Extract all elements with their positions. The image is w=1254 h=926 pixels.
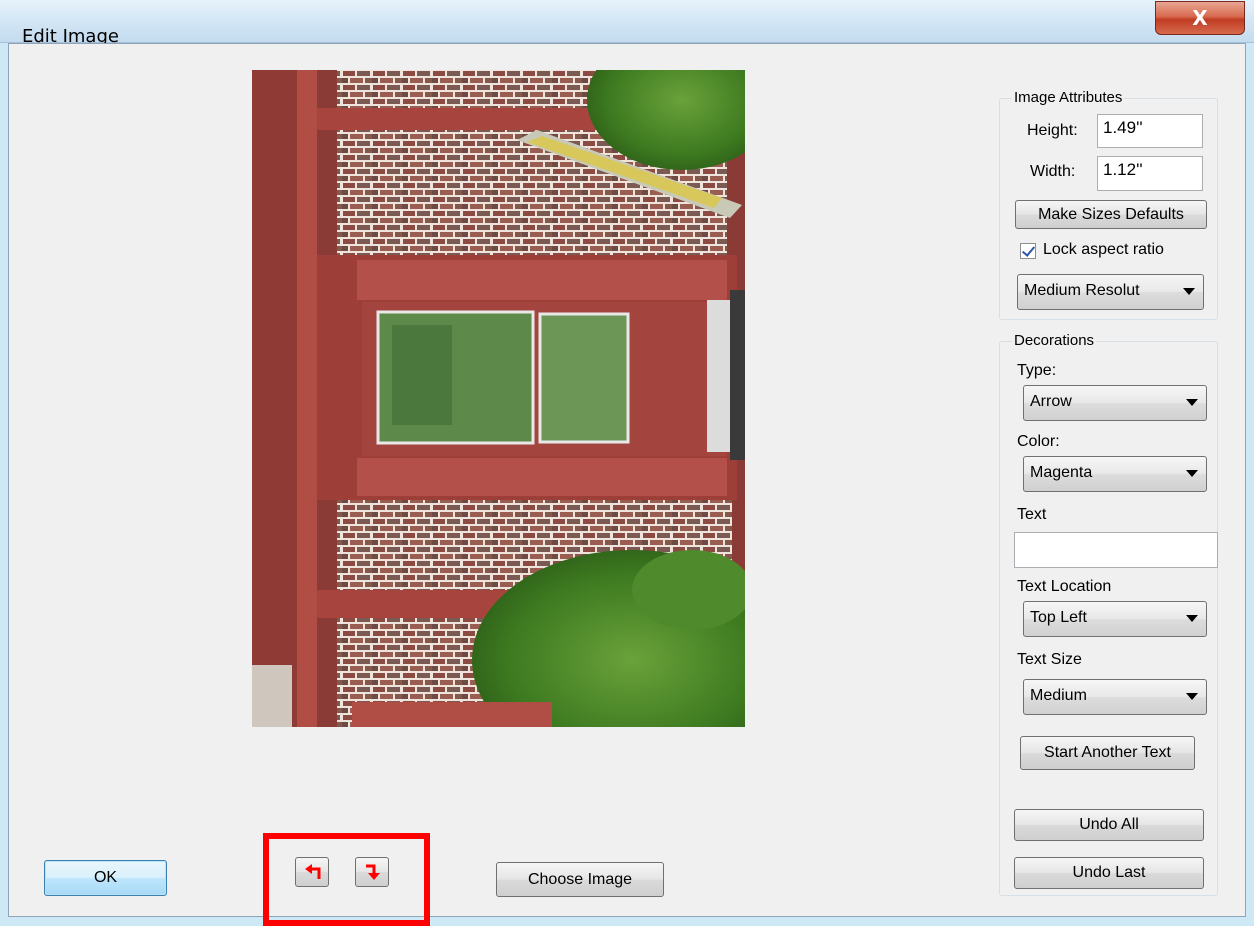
text-size-select[interactable]: Medium [1023, 679, 1207, 715]
color-select[interactable]: Magenta [1023, 456, 1207, 492]
chevron-down-icon [1186, 399, 1198, 406]
rotate-buttons-highlight [263, 833, 430, 926]
lock-aspect-label[interactable]: Lock aspect ratio [1043, 241, 1164, 259]
type-label: Type: [1017, 362, 1057, 379]
resolution-value: Medium Resolut [1024, 282, 1140, 299]
close-button[interactable]: X [1155, 1, 1245, 35]
text-location-label: Text Location [1017, 578, 1112, 595]
image-preview [252, 70, 745, 727]
choose-image-button[interactable]: Choose Image [496, 862, 664, 897]
chevron-down-icon [1186, 693, 1198, 700]
photo-image [252, 70, 745, 727]
color-label: Color: [1017, 433, 1060, 450]
make-sizes-defaults-button[interactable]: Make Sizes Defaults [1015, 200, 1207, 229]
chevron-down-icon [1183, 288, 1195, 295]
width-input[interactable]: 1.12'' [1097, 156, 1203, 191]
start-another-text-button[interactable]: Start Another Text [1020, 736, 1195, 770]
ok-button[interactable]: OK [44, 860, 167, 896]
height-input[interactable]: 1.49'' [1097, 114, 1203, 148]
chevron-down-icon [1186, 470, 1198, 477]
lock-aspect-checkbox[interactable] [1020, 243, 1036, 259]
decorations-label: Decorations [1012, 332, 1097, 349]
text-location-select[interactable]: Top Left [1023, 601, 1207, 637]
undo-last-button[interactable]: Undo Last [1014, 857, 1204, 889]
type-value: Arrow [1030, 393, 1072, 410]
color-value: Magenta [1030, 464, 1093, 481]
resolution-select[interactable]: Medium Resolut [1017, 274, 1204, 310]
chevron-down-icon [1186, 615, 1198, 622]
type-select[interactable]: Arrow [1023, 385, 1207, 421]
check-mark-icon [1021, 243, 1036, 257]
text-size-value: Medium [1030, 687, 1087, 704]
width-label: Width: [1030, 163, 1076, 180]
text-input[interactable] [1014, 532, 1218, 568]
image-attributes-label: Image Attributes [1012, 89, 1125, 106]
text-label: Text [1017, 506, 1047, 523]
undo-all-button[interactable]: Undo All [1014, 809, 1204, 841]
text-location-value: Top Left [1030, 609, 1087, 626]
text-size-label: Text Size [1017, 651, 1082, 668]
title-bar: Edit Image X [0, 0, 1254, 47]
height-label: Height: [1027, 122, 1078, 139]
